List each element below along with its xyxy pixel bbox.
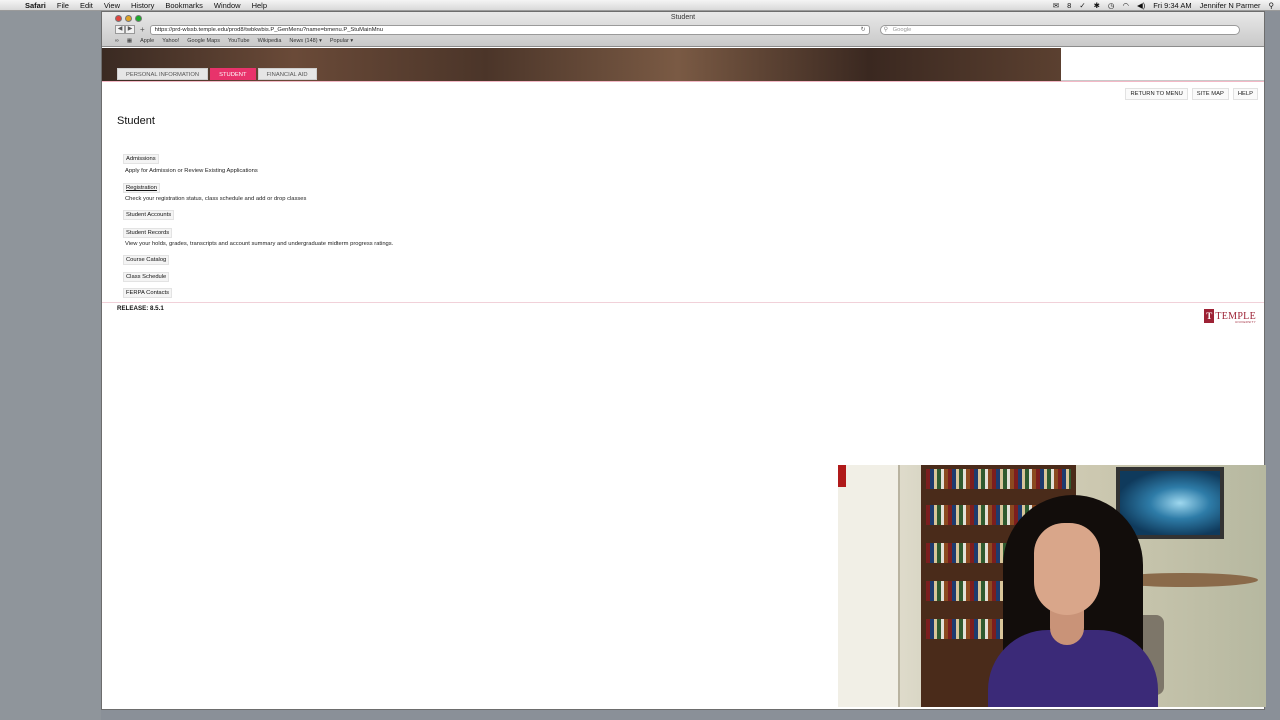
menu-link-class-schedule[interactable]: Class Schedule [123, 272, 170, 282]
top-sites-icon[interactable]: ▦ [127, 38, 132, 44]
menu-app-safari[interactable]: Safari [25, 1, 46, 10]
bookmark-wikipedia[interactable]: Wikipedia [258, 38, 282, 44]
bookmark-news[interactable]: News (148) ▾ [289, 38, 321, 44]
page-title: Student [117, 115, 155, 127]
window-title: Student [670, 14, 696, 21]
forward-button[interactable]: ▶ [125, 25, 135, 34]
webcam-video-overlay [838, 465, 1266, 707]
site-map-link[interactable]: SITE MAP [1191, 88, 1229, 100]
back-button[interactable]: ◀ [115, 25, 125, 34]
menu-status-area: ✉ 8 ✓ ✱ ◷ ◠ ◀) Fri 9:34 AM Jennifer N Pa… [1045, 0, 1274, 11]
menu-desc-student-records: View your holds, grades, transcripts and… [125, 241, 394, 247]
header-right-area [1061, 48, 1264, 81]
menu-link-course-catalog[interactable]: Course Catalog [123, 255, 170, 265]
menu-link-student-accounts[interactable]: Student Accounts [123, 210, 175, 220]
main-tabs: PERSONAL INFORMATION STUDENT FINANCIAL A… [117, 68, 319, 80]
return-to-menu-link[interactable]: RETURN TO MENU [1125, 88, 1188, 100]
menu-desc-registration: Check your registration status, class sc… [125, 196, 307, 202]
webcam-person-face [1034, 523, 1100, 615]
release-version: RELEASE: 8.5.1 [117, 305, 164, 312]
volume-icon[interactable]: ◀) [1137, 1, 1145, 10]
webcam-books [926, 469, 1071, 489]
spotlight-search-icon[interactable]: ⚲ [1269, 1, 1275, 10]
menu-desc-admissions: Apply for Admission or Review Existing A… [125, 168, 258, 174]
header-banner-image: PERSONAL INFORMATION STUDENT FINANCIAL A… [102, 48, 1061, 81]
top-navigation: RETURN TO MENU SITE MAP HELP [1121, 88, 1258, 100]
menu-link-ferpa-contacts[interactable]: FERPA Contacts [123, 288, 173, 298]
bookmark-yahoo[interactable]: Yahoo! [162, 38, 179, 44]
add-bookmark-button[interactable]: + [140, 25, 145, 34]
bookmark-youtube[interactable]: YouTube [228, 38, 250, 44]
menu-view[interactable]: View [104, 1, 120, 10]
mac-menu-bar: Safari File Edit View History Bookmarks … [0, 0, 1280, 11]
bookmark-apple[interactable]: Apple [140, 38, 154, 44]
address-bar[interactable]: https://prd-wlssb.temple.edu/prod8/twbkw… [149, 24, 870, 35]
footer-divider [102, 302, 1264, 303]
webcam-red-object [838, 465, 846, 487]
header-divider [102, 81, 1264, 82]
user-name[interactable]: Jennifer N Parmer [1200, 1, 1261, 10]
tab-student[interactable]: STUDENT [210, 68, 256, 80]
temple-t-icon: T [1204, 309, 1215, 323]
menu-edit[interactable]: Edit [80, 1, 93, 10]
desktop-background [0, 11, 101, 720]
clock[interactable]: Fri 9:34 AM [1153, 1, 1191, 10]
menu-window[interactable]: Window [214, 1, 241, 10]
menu-link-student-records[interactable]: Student Records [123, 228, 173, 238]
bookmark-google-maps[interactable]: Google Maps [187, 38, 220, 44]
menu-file[interactable]: File [57, 1, 69, 10]
search-icon: ⚲ [883, 26, 888, 33]
check-icon[interactable]: ✓ [1079, 1, 1085, 10]
gmail-icon[interactable]: ✉ [1053, 1, 1059, 10]
menu-link-registration[interactable]: Registration [123, 183, 160, 193]
menu-link-admissions[interactable]: Admissions [123, 154, 159, 164]
menu-bookmarks[interactable]: Bookmarks [165, 1, 203, 10]
temple-university-text: UNIVERSITY [1234, 320, 1256, 324]
bookmarks-bar: ∞ ▦ Apple Yahoo! Google Maps YouTube Wik… [115, 37, 361, 45]
reload-icon[interactable]: ↻ [861, 26, 866, 34]
bluetooth-icon[interactable]: ✱ [1094, 1, 1100, 10]
wifi-icon[interactable]: ◠ [1122, 1, 1129, 10]
menu-history[interactable]: History [131, 1, 154, 10]
webcam-door [838, 465, 900, 707]
tab-personal-information[interactable]: PERSONAL INFORMATION [117, 68, 209, 80]
nav-buttons: ◀ ▶ [115, 25, 135, 34]
reading-list-icon[interactable]: ∞ [115, 38, 119, 44]
browser-titlebar: Student ◀ ▶ + https://prd-wlssb.temple.e… [102, 12, 1264, 47]
help-link[interactable]: HELP [1232, 88, 1258, 100]
tab-financial-aid[interactable]: FINANCIAL AID [257, 68, 317, 80]
url-text: https://prd-wlssb.temple.edu/prod8/twbkw… [154, 26, 383, 33]
search-placeholder: Google [892, 26, 912, 33]
notification-badge[interactable]: 8 [1067, 1, 1071, 10]
bookmark-popular[interactable]: Popular ▾ [330, 38, 353, 44]
browser-toolbar: ◀ ▶ + https://prd-wlssb.temple.edu/prod8… [102, 24, 1264, 35]
time-machine-icon[interactable]: ◷ [1108, 1, 1115, 10]
temple-logo: T TEMPLE UNIVERSITY [1204, 309, 1256, 324]
search-field[interactable]: ⚲ Google [879, 24, 1240, 35]
menu-help[interactable]: Help [252, 1, 267, 10]
